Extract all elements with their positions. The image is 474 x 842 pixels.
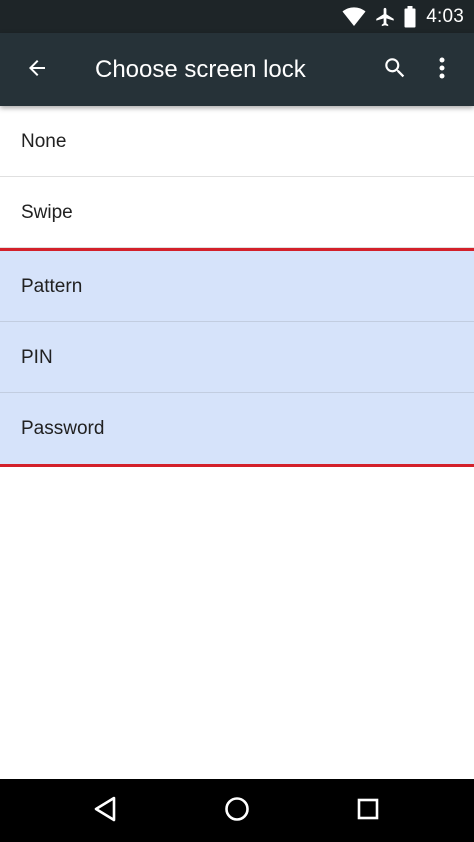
back-button[interactable]	[14, 47, 60, 93]
arrow-back-icon	[25, 56, 49, 85]
navigation-bar	[0, 779, 474, 842]
list-item-label: Password	[21, 418, 105, 439]
list-item-label: Pattern	[21, 276, 83, 297]
list-item-pattern[interactable]: Pattern	[0, 251, 474, 322]
more-vert-icon	[438, 56, 446, 85]
screen: 4:03 Choose screen lock None Swipe Patte…	[0, 0, 474, 842]
battery-icon	[404, 5, 416, 28]
wifi-icon	[342, 6, 366, 27]
recents-square-icon	[356, 797, 380, 826]
list-item-none[interactable]: None	[0, 106, 474, 177]
nav-back-button[interactable]	[81, 787, 129, 835]
toolbar: Choose screen lock	[0, 33, 474, 106]
airplane-icon	[374, 6, 396, 28]
home-circle-icon	[223, 795, 251, 828]
list-item-swipe[interactable]: Swipe	[0, 177, 474, 248]
nav-home-button[interactable]	[213, 787, 261, 835]
list-item-password[interactable]: Password	[0, 393, 474, 464]
search-icon	[382, 55, 408, 86]
status-bar: 4:03	[0, 0, 474, 33]
page-title: Choose screen lock	[95, 56, 306, 83]
search-button[interactable]	[372, 47, 418, 93]
list-item-label: None	[21, 131, 67, 152]
status-icons: 4:03	[334, 0, 464, 33]
back-triangle-icon	[92, 795, 118, 828]
nav-recents-button[interactable]	[344, 787, 392, 835]
status-time: 4:03	[426, 5, 464, 27]
list-item-label: Swipe	[21, 202, 73, 223]
more-options-button[interactable]	[420, 47, 464, 93]
list-item-pin[interactable]: PIN	[0, 322, 474, 393]
list-item-label: PIN	[21, 347, 53, 368]
highlighted-options-group: Pattern PIN Password	[0, 248, 474, 467]
lock-options-list: None Swipe Pattern PIN Password	[0, 106, 474, 467]
